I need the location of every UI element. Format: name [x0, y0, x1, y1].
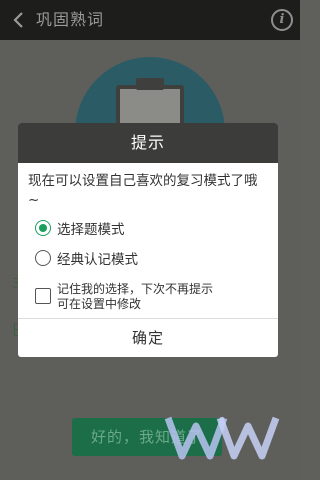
page-title: 巩固熟词 — [36, 10, 105, 29]
remember-label: 记住我的选择，下次不再提示 — [57, 282, 214, 296]
top-bar: 巩固熟词 i — [0, 0, 300, 40]
dialog-message: 现在可以设置自己喜欢的复习模式了哦~ — [28, 173, 258, 208]
checkbox-icon[interactable] — [35, 288, 51, 304]
option-label: 经典认记模式 — [57, 252, 138, 268]
remember-hint: 可在设置中修改 — [57, 297, 142, 311]
option-choice-mode[interactable]: 选择题模式 — [35, 218, 125, 238]
confirm-button[interactable]: 确定 — [18, 319, 278, 357]
radio-selected-icon[interactable] — [35, 220, 51, 236]
option-label: 选择题模式 — [57, 222, 125, 238]
prompt-dialog: 提示 现在可以设置自己喜欢的复习模式了哦~ 选择题模式 经典认记模式 记住我的选… — [18, 123, 278, 357]
radio-unselected-icon[interactable] — [35, 250, 51, 266]
chevron-left-icon — [13, 12, 23, 28]
remember-choice[interactable]: 记住我的选择，下次不再提示 可在设置中修改 — [35, 282, 213, 312]
dialog-title: 提示 — [18, 123, 278, 163]
option-classic-mode[interactable]: 经典认记模式 — [35, 248, 138, 268]
info-icon[interactable]: i — [271, 9, 293, 31]
watermark-logo — [164, 416, 280, 460]
back-button[interactable] — [6, 7, 30, 33]
clipboard-clip — [136, 78, 164, 90]
